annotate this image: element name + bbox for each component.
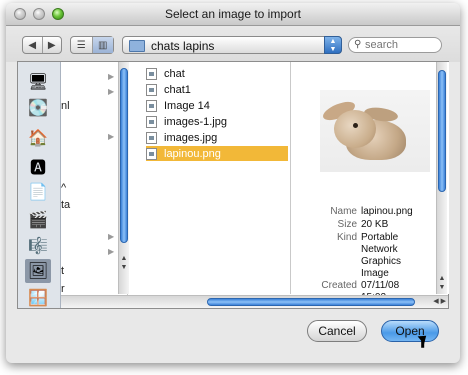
image-file-icon: [146, 99, 157, 112]
file-column: chat chat1 Image 14 images-1.jpg images.…: [130, 62, 291, 294]
parent-column-scrollbar[interactable]: ▲ ▼: [118, 62, 129, 294]
toolbar: ◀ ▶ ☰ ▥ chats lapins ▲ ▼ ⚲: [6, 26, 460, 62]
scroll-arrows-icon[interactable]: ▲ ▼: [437, 274, 447, 292]
open-dialog: Select an image to import ◀ ▶ ☰ ▥ chats …: [6, 3, 460, 363]
rabbit-photo: [320, 90, 430, 172]
column-fragment: t: [61, 265, 65, 277]
search-field[interactable]: ⚲: [348, 37, 442, 53]
horizontal-scrollbar[interactable]: ◀ ▶: [61, 295, 448, 308]
file-name: chat1: [164, 83, 191, 96]
scroll-thumb[interactable]: [120, 68, 128, 243]
image-file-icon: [146, 67, 157, 80]
movies-icon[interactable]: 🎬: [25, 208, 51, 232]
location-popup[interactable]: chats lapins ▲ ▼: [122, 36, 342, 54]
info-label: Name: [330, 206, 357, 217]
image-file-icon: [146, 83, 157, 96]
column-fragment: ^: [61, 182, 67, 194]
forward-arrow-icon[interactable]: ▶: [43, 37, 62, 53]
file-name: Image 14: [164, 99, 210, 112]
home-icon[interactable]: 🏠: [25, 126, 51, 150]
info-label: Kind: [336, 232, 357, 243]
disclosure-triangle-icon[interactable]: ▶: [108, 87, 114, 96]
file-item[interactable]: chat1: [146, 82, 288, 97]
file-name: images.jpg: [164, 131, 218, 144]
disclosure-triangle-icon[interactable]: ▶: [108, 132, 114, 141]
preview-scrollbar[interactable]: ▲ ▼: [436, 62, 447, 294]
list-view-icon[interactable]: ☰: [71, 37, 93, 53]
chevron-updown-icon: ▲ ▼: [324, 36, 342, 54]
info-value: Portable Network Graphics Image: [361, 232, 402, 279]
disclosure-triangle-icon[interactable]: ▶: [108, 72, 114, 81]
preview-pane: Name lapinou.png Size 20 KB Kind Portabl…: [291, 62, 449, 303]
view-mode-switch: ☰ ▥: [70, 36, 114, 54]
file-name: chat: [164, 67, 185, 80]
file-browser: 🖥 💽 🏠 🅰 📄 🎬 🎼 🖼 🪟 nl ^ ta t r ▶ ▶ ▶ ▶ ▶ …: [17, 61, 449, 309]
window-icon[interactable]: 🪟: [25, 286, 51, 310]
back-arrow-icon[interactable]: ◀: [23, 37, 43, 53]
file-item[interactable]: images-1.jpg: [146, 114, 288, 129]
scroll-thumb[interactable]: [438, 70, 446, 192]
info-value: 20 KB: [361, 219, 389, 230]
history-nav: ◀ ▶: [22, 36, 62, 54]
column-fragment: nl: [61, 100, 70, 112]
title-bar: Select an image to import: [6, 3, 460, 26]
info-value: lapinou.png: [361, 206, 413, 217]
documents-icon[interactable]: 📄: [25, 180, 51, 204]
location-label: chats lapins: [151, 39, 215, 53]
column-fragment: r: [61, 283, 65, 295]
scroll-arrows-icon[interactable]: ▲ ▼: [119, 254, 129, 272]
search-input[interactable]: [365, 38, 437, 52]
disclosure-triangle-icon[interactable]: ▶: [108, 232, 114, 241]
file-item-selected[interactable]: lapinou.png: [146, 146, 288, 161]
scroll-arrows-icon[interactable]: ◀ ▶: [433, 296, 446, 307]
applications-icon[interactable]: 🅰: [25, 154, 51, 178]
folder-icon: [129, 40, 145, 52]
window-title: Select an image to import: [164, 7, 302, 21]
horizontal-scroll-thumb[interactable]: [207, 298, 415, 306]
info-label: Created: [321, 280, 357, 291]
cancel-button[interactable]: Cancel: [307, 320, 367, 342]
file-item[interactable]: images.jpg: [146, 130, 288, 145]
computer-icon[interactable]: 🖥: [25, 70, 51, 94]
column-view-icon[interactable]: ▥: [92, 37, 113, 53]
info-label: Size: [337, 219, 357, 230]
file-name: images-1.jpg: [164, 115, 227, 128]
rabbit-eye: [353, 123, 358, 128]
pictures-icon[interactable]: 🖼: [25, 259, 51, 283]
search-icon: ⚲: [354, 39, 362, 50]
hard-disk-icon[interactable]: 💽: [25, 96, 51, 120]
rabbit-head: [334, 110, 376, 148]
image-file-icon: [146, 115, 157, 128]
music-icon[interactable]: 🎼: [25, 234, 51, 258]
disclosure-triangle-icon[interactable]: ▶: [108, 247, 114, 256]
sidebar: 🖥 💽 🏠 🅰 📄 🎬 🎼 🖼 🪟: [18, 62, 61, 308]
image-file-icon: [146, 147, 157, 160]
file-item[interactable]: Image 14: [146, 98, 288, 113]
column-fragment: ta: [61, 199, 71, 211]
open-button[interactable]: Open: [381, 320, 439, 342]
image-file-icon: [146, 131, 157, 144]
file-name: lapinou.png: [164, 147, 221, 160]
file-item[interactable]: chat: [146, 66, 288, 81]
